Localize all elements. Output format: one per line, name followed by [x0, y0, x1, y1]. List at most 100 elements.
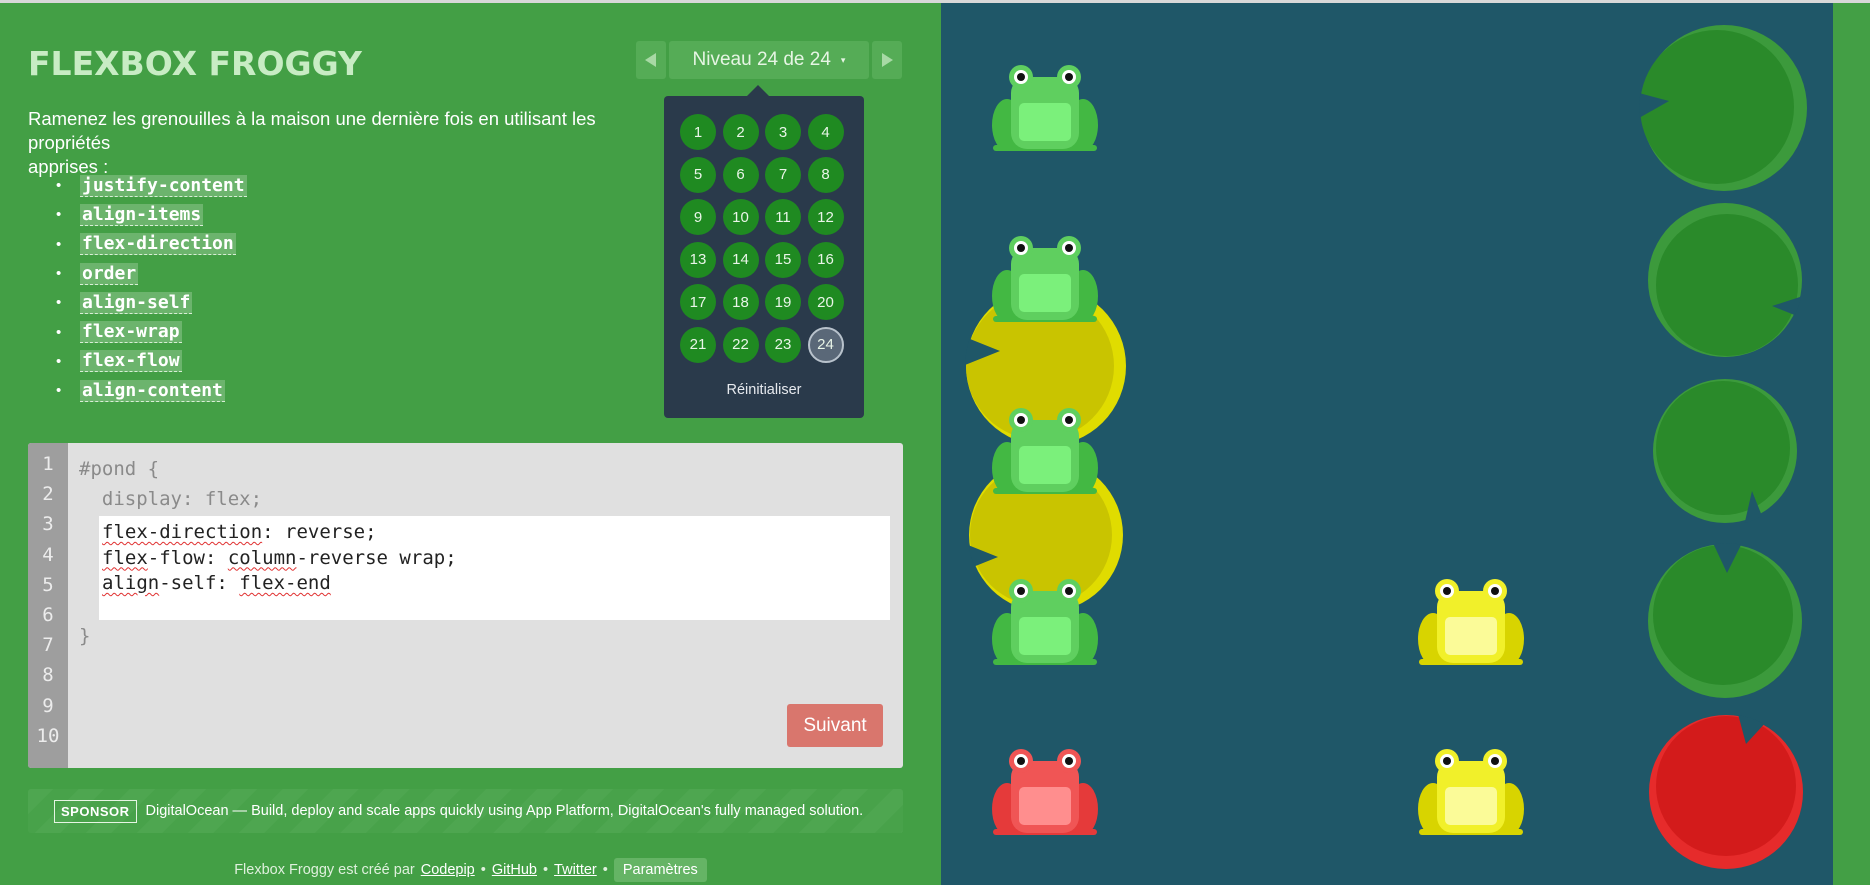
- line-number: 7: [42, 634, 54, 657]
- code-line-1: #pond {: [79, 458, 160, 480]
- github-link[interactable]: GitHub: [492, 862, 537, 878]
- level-button[interactable]: 11: [765, 199, 801, 235]
- line-number: 8: [42, 664, 54, 687]
- css-input-textarea[interactable]: flex-direction: reverse; flex-flow: colu…: [99, 516, 890, 620]
- green-lilypad: [1648, 543, 1802, 698]
- instructions-line-1: Ramenez les grenouilles à la maison une …: [28, 108, 596, 153]
- level-button[interactable]: 21: [680, 326, 716, 363]
- green-lilypad: [1639, 25, 1807, 191]
- line-number: 9: [42, 694, 54, 717]
- level-button[interactable]: 1: [680, 114, 716, 150]
- settings-button[interactable]: Paramètres: [613, 858, 707, 882]
- level-button[interactable]: 5: [680, 156, 716, 193]
- code-line-2: display: flex;: [79, 488, 263, 510]
- green-frog: [991, 408, 1099, 494]
- level-button[interactable]: 6: [722, 156, 759, 193]
- level-button[interactable]: 24: [807, 326, 844, 363]
- green-lilypad: [1653, 379, 1797, 526]
- yellow-frog: [1417, 579, 1525, 665]
- footer: Flexbox Froggy est créé par Codepip • Gi…: [0, 858, 941, 882]
- property-list: • justify-content • align-items • flex-dire…: [56, 171, 247, 405]
- input-line-2: flex-flow: column-reverse wrap;: [102, 546, 457, 569]
- level-button[interactable]: 14: [722, 241, 759, 278]
- level-button[interactable]: 7: [765, 156, 801, 193]
- triangle-left-icon: [645, 53, 656, 67]
- sponsor-banner[interactable]: SPONSOR DigitalOcean — Build, deploy and…: [28, 789, 903, 833]
- level-indicator[interactable]: Niveau 24 de 24 ▾: [669, 41, 869, 79]
- level-button[interactable]: 8: [807, 156, 844, 193]
- codepip-link[interactable]: Codepip: [421, 862, 475, 878]
- level-button[interactable]: 10: [722, 199, 759, 235]
- level-dropdown-panel: 1 2 3 4 5 6 7 8 9 10 11 12 13 14 15 16 17 18 19 20 21 22 23 24 …: [664, 85, 864, 418]
- level-button[interactable]: 23: [765, 326, 801, 363]
- frog-icon: [992, 579, 1098, 665]
- line-number: 6: [42, 603, 54, 626]
- property-item: • order: [56, 262, 139, 285]
- level-button[interactable]: 12: [807, 199, 844, 235]
- property-code[interactable]: align-content: [80, 379, 225, 402]
- level-button[interactable]: 9: [680, 199, 716, 235]
- yellow-frog: [1417, 749, 1525, 835]
- property-code[interactable]: order: [80, 262, 139, 285]
- twitter-link[interactable]: Twitter: [554, 862, 597, 878]
- level-button[interactable]: 20: [807, 284, 844, 320]
- sponsor-tag: SPONSOR: [54, 799, 137, 823]
- next-level-button[interactable]: [872, 41, 902, 79]
- property-code[interactable]: flex-direction: [80, 233, 236, 256]
- level-button[interactable]: 18: [722, 284, 759, 320]
- line-number: 5: [42, 573, 54, 596]
- green-frog: [991, 236, 1099, 322]
- red-frog: [991, 749, 1099, 835]
- property-code[interactable]: flex-flow: [80, 350, 182, 373]
- level-button[interactable]: 15: [765, 241, 801, 278]
- caret-down-icon: ▾: [840, 54, 846, 65]
- property-code[interactable]: align-self: [80, 291, 193, 314]
- property-item: • align-items: [56, 203, 204, 226]
- sidebar: FLEXBOX FROGGY Niveau 24 de 24 ▾ Ramenez…: [0, 3, 941, 885]
- triangle-right-icon: [882, 53, 893, 67]
- line-number: 10: [36, 724, 60, 747]
- green-frog: [991, 65, 1099, 151]
- frog-icon: [1418, 749, 1524, 835]
- property-code[interactable]: align-items: [80, 203, 204, 226]
- right-edge-strip: [1833, 3, 1870, 885]
- property-code[interactable]: flex-wrap: [80, 321, 182, 344]
- next-button[interactable]: Suivant: [787, 704, 883, 747]
- line-number: 2: [42, 483, 54, 506]
- footer-separator: •: [542, 862, 549, 878]
- sponsor-text[interactable]: DigitalOcean — Build, deploy and scale a…: [146, 803, 864, 819]
- property-item: • justify-content: [56, 174, 247, 197]
- code-editor: 1 2 3 4 5 6 7 8 9 10 #pond { display: fl…: [28, 443, 903, 768]
- footer-separator: •: [602, 862, 608, 878]
- level-button[interactable]: 22: [722, 326, 759, 363]
- property-item: • align-content: [56, 379, 225, 402]
- property-item: • align-self: [56, 291, 193, 314]
- level-button[interactable]: 17: [680, 284, 716, 320]
- line-number-gutter: 1 2 3 4 5 6 7 8 9 10: [28, 443, 68, 768]
- previous-level-button[interactable]: [636, 41, 666, 79]
- app-title: FLEXBOX FROGGY: [28, 44, 362, 83]
- code-line-7: }: [79, 625, 91, 647]
- footer-separator: •: [480, 862, 486, 878]
- red-lilypad: [1649, 714, 1803, 869]
- input-line-1: flex-direction: reverse;: [102, 521, 377, 543]
- instructions: Ramenez les grenouilles à la maison une …: [28, 107, 668, 179]
- frog-icon: [992, 65, 1098, 151]
- level-button[interactable]: 16: [807, 241, 844, 278]
- reset-button[interactable]: Réinitialiser: [664, 382, 864, 398]
- green-lilypad: [1648, 203, 1803, 357]
- frog-icon: [1418, 579, 1524, 665]
- level-button[interactable]: 19: [765, 284, 801, 320]
- level-button[interactable]: 4: [807, 114, 844, 150]
- line-number: 4: [42, 543, 54, 566]
- frog-icon: [992, 408, 1098, 494]
- line-number: 3: [42, 513, 54, 536]
- property-code[interactable]: justify-content: [80, 174, 247, 197]
- level-button[interactable]: 13: [680, 241, 716, 278]
- level-button[interactable]: 3: [765, 114, 801, 150]
- level-button[interactable]: 2: [722, 114, 759, 150]
- level-label: Niveau 24 de 24: [692, 49, 831, 70]
- frog-icon: [992, 749, 1098, 835]
- property-item: • flex-direction: [56, 233, 236, 256]
- property-item: • flex-wrap: [56, 321, 182, 344]
